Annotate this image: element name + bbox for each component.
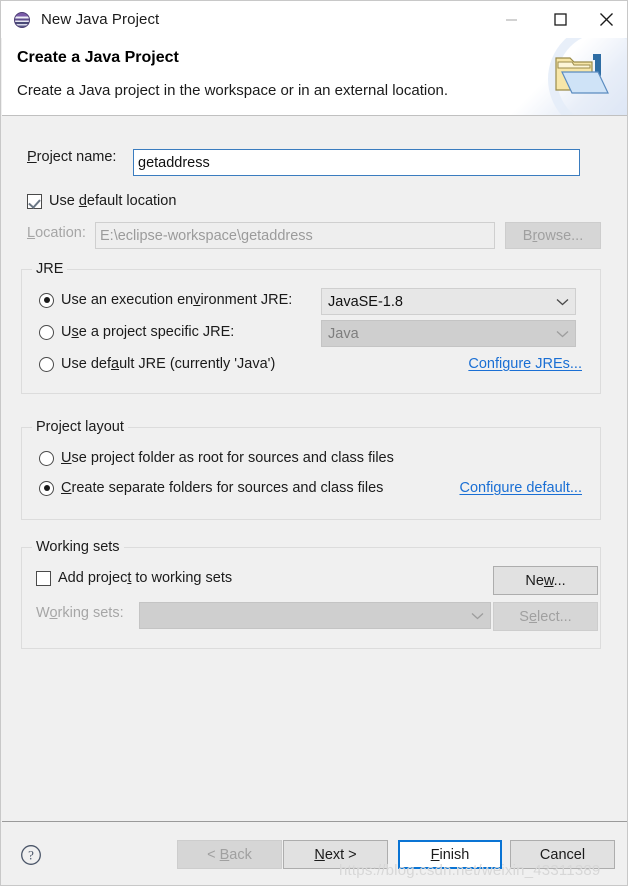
working-sets-select-row: Working sets: (36, 605, 124, 621)
jre-option-default[interactable]: Use default JRE (currently 'Java') (39, 356, 275, 372)
layout-separate-folders-radio[interactable] (39, 480, 54, 496)
jre-default-radio[interactable] (39, 356, 54, 372)
jre-project-specific-combo: Java (321, 320, 576, 347)
new-java-project-dialog: New Java Project Create a Java Project C… (0, 0, 628, 886)
jre-default-label: Use default JRE (currently 'Java') (61, 356, 276, 372)
browse-button: Browse... (505, 222, 601, 249)
page-title: Create a Java Project (17, 49, 179, 66)
eclipse-globe-icon (13, 11, 31, 29)
project-layout-group: Project layout Use project folder as roo… (21, 419, 601, 520)
next-button-label: Next > (314, 846, 357, 863)
use-default-location-row[interactable]: Use default location (27, 193, 176, 209)
minimize-icon[interactable] (485, 1, 537, 38)
maximize-icon[interactable] (537, 1, 583, 38)
window-controls (485, 1, 627, 38)
java-folder-icon (555, 54, 609, 94)
dialog-header: Create a Java Project Create a Java proj… (2, 38, 627, 116)
configure-default-link[interactable]: Configure default... (459, 480, 582, 496)
jre-group: JRE Use an execution environment JRE: Ja… (21, 261, 601, 394)
layout-project-folder-radio[interactable] (39, 450, 54, 466)
jre-project-specific-combo-value: Java (328, 325, 359, 342)
use-default-location-label: Use default location (49, 193, 177, 209)
project-name-label: Project name: (27, 149, 117, 165)
working-sets-group-title: Working sets (32, 539, 124, 555)
working-sets-group: Working sets Add project to working sets… (21, 539, 601, 649)
jre-exec-env-combo[interactable]: JavaSE-1.8 (321, 288, 576, 315)
select-working-set-button-label: Select... (519, 608, 572, 625)
project-name-row: Project name: (27, 149, 116, 165)
cancel-button[interactable]: Cancel (510, 840, 615, 869)
new-working-set-button-label: New... (525, 572, 566, 589)
jre-exec-env-combo-value: JavaSE-1.8 (328, 293, 403, 310)
jre-option-execution-environment[interactable]: Use an execution environment JRE: (39, 292, 292, 308)
page-description: Create a Java project in the workspace o… (17, 82, 449, 99)
location-label: Location: (27, 225, 86, 241)
working-sets-label: Working sets: (36, 605, 124, 621)
location-input: E:\eclipse-workspace\getaddress (95, 222, 495, 249)
dialog-footer: ? < Back Next > Finish Cancel (2, 821, 627, 885)
location-value: E:\eclipse-workspace\getaddress (100, 227, 313, 244)
select-working-set-button: Select... (493, 602, 598, 631)
working-sets-combo (139, 602, 491, 629)
close-icon[interactable] (583, 1, 627, 38)
window-title: New Java Project (41, 11, 160, 28)
jre-group-title: JRE (32, 261, 68, 277)
jre-exec-env-label: Use an execution environment JRE: (61, 292, 293, 308)
project-layout-group-title: Project layout (32, 419, 128, 435)
use-default-location-checkbox[interactable] (27, 193, 42, 209)
new-working-set-button[interactable]: New... (493, 566, 598, 595)
project-name-input[interactable]: getaddress (133, 149, 580, 176)
configure-jres-link[interactable]: Configure JREs... (468, 356, 582, 372)
add-to-working-sets-row[interactable]: Add project to working sets (36, 570, 232, 586)
location-row: Location: (27, 225, 86, 241)
add-to-working-sets-label: Add project to working sets (58, 570, 233, 586)
chevron-down-icon (556, 326, 569, 342)
layout-option-project-folder[interactable]: Use project folder as root for sources a… (39, 450, 394, 466)
back-button-label: < Back (207, 846, 252, 863)
jre-project-specific-radio[interactable] (39, 324, 54, 340)
layout-option-separate-folders[interactable]: Create separate folders for sources and … (39, 480, 383, 496)
chevron-down-icon (471, 608, 484, 624)
help-question-icon[interactable]: ? (20, 844, 42, 866)
project-name-value: getaddress (138, 154, 210, 171)
next-button[interactable]: Next > (283, 840, 388, 869)
header-banner-art (508, 38, 627, 115)
jre-option-project-specific[interactable]: Use a project specific JRE: (39, 324, 234, 340)
browse-button-label: Browse... (522, 227, 584, 244)
dialog-body: Project name: getaddress Use default loc… (2, 117, 627, 821)
chevron-down-icon (556, 294, 569, 310)
title-bar: New Java Project (1, 1, 627, 38)
svg-text:?: ? (28, 848, 34, 863)
layout-separate-folders-label: Create separate folders for sources and … (61, 480, 384, 496)
jre-exec-env-radio[interactable] (39, 292, 54, 308)
cancel-button-label: Cancel (539, 846, 586, 863)
back-button: < Back (177, 840, 282, 869)
finish-button[interactable]: Finish (398, 840, 502, 869)
layout-project-folder-label: Use project folder as root for sources a… (61, 450, 394, 466)
finish-button-label: Finish (430, 846, 470, 863)
add-to-working-sets-checkbox[interactable] (36, 570, 51, 586)
jre-project-specific-label: Use a project specific JRE: (61, 324, 235, 340)
